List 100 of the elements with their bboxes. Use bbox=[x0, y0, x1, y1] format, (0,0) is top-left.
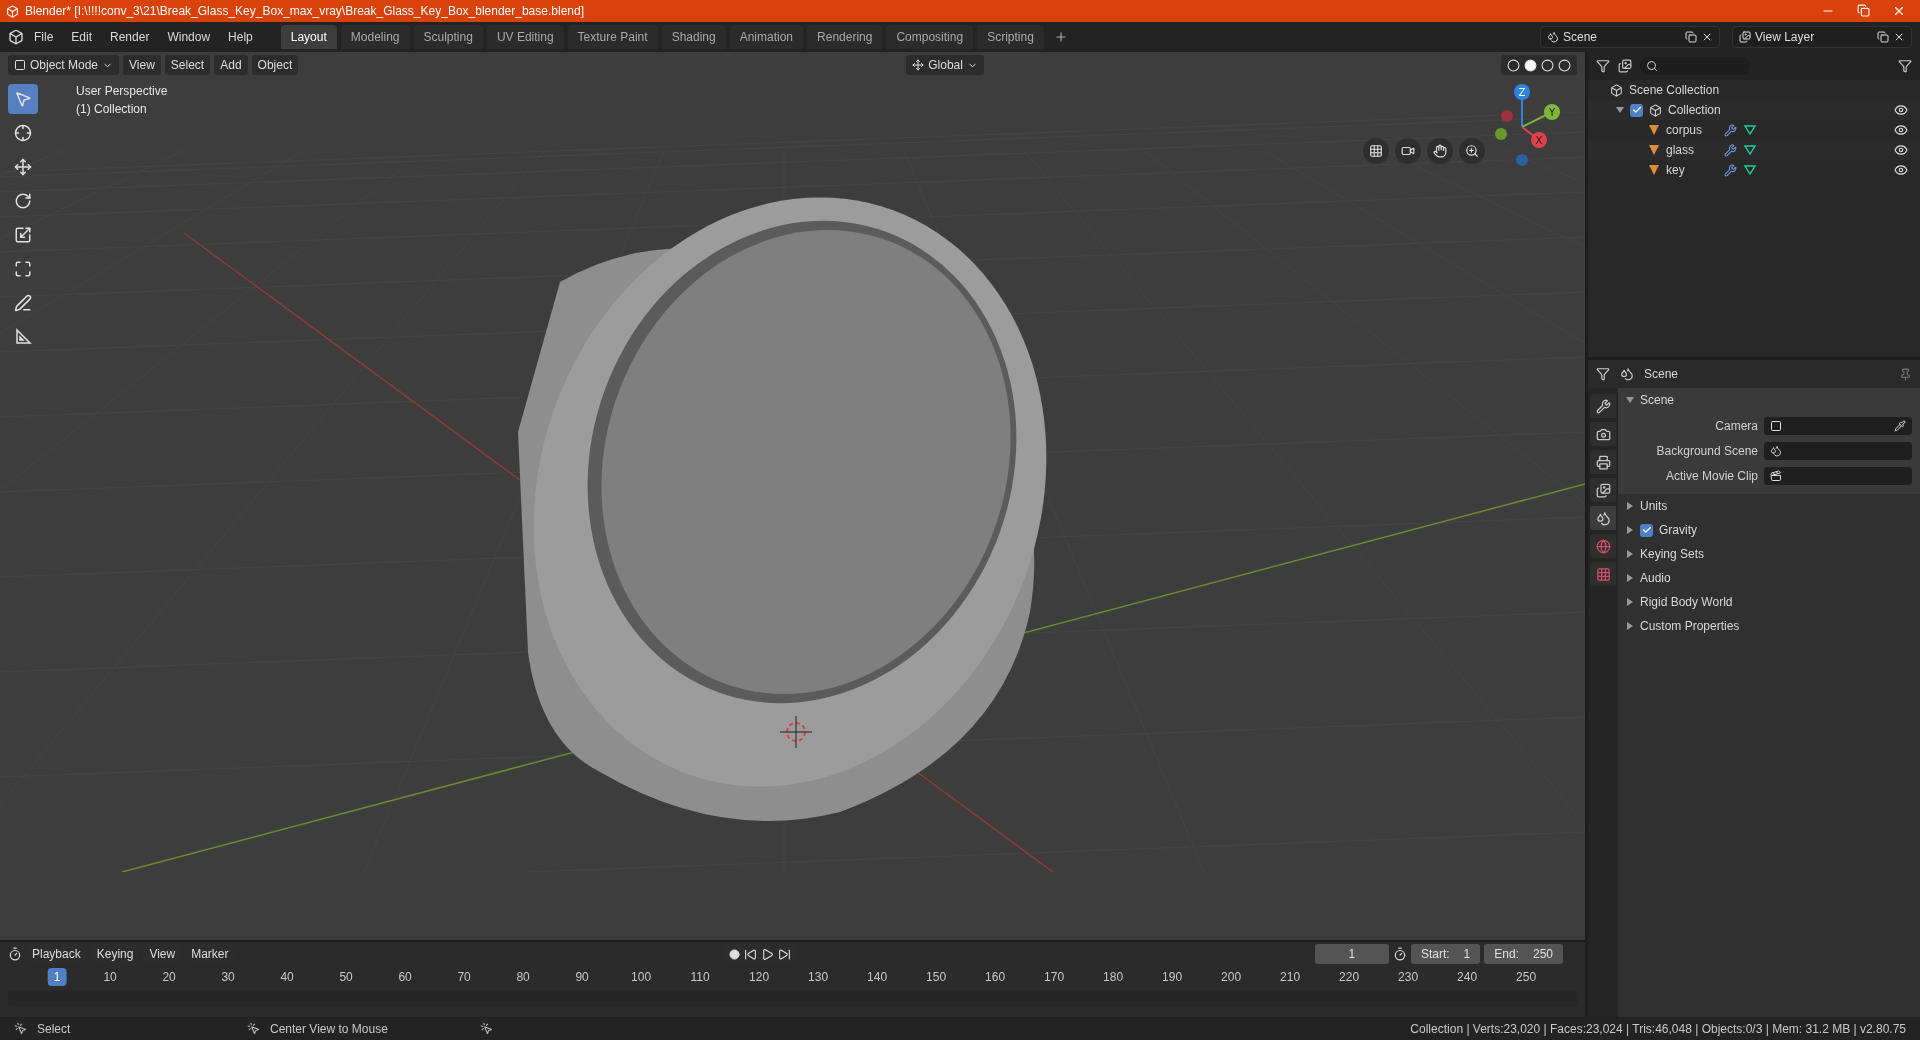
pin-icon[interactable] bbox=[1899, 367, 1912, 381]
workspace-tab[interactable]: Animation bbox=[729, 25, 804, 49]
frame-number: 60 bbox=[398, 970, 412, 984]
workspace-tab[interactable]: Shading bbox=[661, 25, 726, 49]
viewport-menu[interactable]: View bbox=[123, 55, 161, 75]
collapsed-triangle-icon[interactable] bbox=[1626, 526, 1634, 534]
panel-header[interactable]: Scene bbox=[1618, 388, 1920, 412]
menu-item[interactable]: Window bbox=[159, 27, 219, 47]
start-frame-field[interactable]: Start: 1 bbox=[1410, 944, 1481, 964]
camera-icon bbox=[1595, 426, 1611, 442]
collapsed-triangle-icon[interactable] bbox=[1626, 622, 1634, 630]
restore-icon[interactable] bbox=[1857, 4, 1870, 17]
copy-icon[interactable] bbox=[1685, 31, 1697, 43]
properties-tab[interactable] bbox=[1590, 394, 1616, 418]
skip-back-icon bbox=[743, 947, 757, 961]
frame-number: 10 bbox=[103, 970, 117, 984]
mesh-icon bbox=[1743, 164, 1757, 176]
checkbox[interactable] bbox=[1640, 523, 1653, 537]
crosshair-icon bbox=[14, 124, 32, 142]
frame-number: 110 bbox=[690, 970, 710, 984]
app-menu-icon[interactable] bbox=[8, 29, 24, 45]
properties-tab[interactable] bbox=[1590, 422, 1616, 446]
zoom-button[interactable] bbox=[1459, 138, 1485, 164]
checkbox[interactable] bbox=[1630, 103, 1643, 117]
copy-icon[interactable] bbox=[1877, 31, 1889, 43]
ruler-icon bbox=[14, 328, 32, 346]
search-field[interactable] bbox=[1640, 57, 1750, 75]
menu-item[interactable]: Render bbox=[102, 27, 158, 47]
eye-icon[interactable] bbox=[1894, 163, 1908, 177]
menu-item[interactable]: Help bbox=[220, 27, 261, 47]
images-icon bbox=[1595, 482, 1611, 498]
close-icon[interactable] bbox=[1893, 31, 1905, 43]
expanded-triangle-icon[interactable] bbox=[1626, 396, 1634, 404]
properties-tab[interactable] bbox=[1590, 450, 1616, 474]
3d-viewport[interactable]: Object Mode View Select Add Object Global User Perspective (1) Collection Z Y X bbox=[0, 52, 1585, 940]
mode-dropdown[interactable]: Object Mode bbox=[8, 55, 120, 75]
object-triangle-icon bbox=[1648, 144, 1660, 156]
object-triangle-icon bbox=[1648, 124, 1660, 136]
workspace-tab[interactable]: UV Editing bbox=[486, 25, 564, 49]
stopwatch-icon[interactable] bbox=[1392, 947, 1407, 961]
frame-field[interactable]: 1 bbox=[1314, 944, 1389, 964]
workspace-tab[interactable]: Modeling bbox=[340, 25, 410, 49]
wrench-icon bbox=[1724, 163, 1737, 177]
axis-gizmo-drawing[interactable]: Z Y X bbox=[1487, 82, 1567, 172]
frame-number: 140 bbox=[867, 970, 888, 984]
properties-tab[interactable] bbox=[1590, 478, 1616, 502]
orientation-dropdown[interactable]: Global bbox=[906, 55, 984, 75]
view-layer-selector[interactable]: View Layer bbox=[1732, 26, 1912, 48]
play-icon bbox=[760, 947, 774, 961]
workspace-tab[interactable]: Layout bbox=[280, 25, 337, 49]
input-field[interactable] bbox=[1764, 467, 1912, 485]
images-icon[interactable] bbox=[1618, 59, 1632, 73]
menu-item[interactable]: File bbox=[26, 27, 62, 47]
camera-view-button[interactable] bbox=[1395, 138, 1421, 164]
shading-buttons[interactable] bbox=[1501, 55, 1577, 75]
collapsed-triangle-icon[interactable] bbox=[1626, 574, 1634, 582]
eyedropper-icon[interactable] bbox=[1894, 420, 1906, 432]
viewport-menu[interactable]: Add bbox=[214, 55, 248, 75]
frame-number: 240 bbox=[1457, 970, 1478, 984]
filter-icon[interactable] bbox=[1898, 59, 1912, 73]
workspace-tab[interactable]: Rendering bbox=[807, 25, 883, 49]
menu-item[interactable]: Edit bbox=[63, 27, 101, 47]
checker-icon bbox=[1595, 566, 1611, 582]
input-field[interactable] bbox=[1764, 417, 1912, 435]
collapsed-triangle-icon[interactable] bbox=[1626, 502, 1634, 510]
close-icon[interactable] bbox=[1701, 31, 1713, 43]
pan-button[interactable] bbox=[1427, 138, 1453, 164]
end-frame-field[interactable]: End: 250 bbox=[1484, 944, 1563, 964]
input-field[interactable] bbox=[1764, 442, 1912, 460]
field-label: Background Scene bbox=[1655, 444, 1758, 458]
frame-number: 170 bbox=[1044, 970, 1065, 984]
workspace-tab[interactable]: Sculpting bbox=[413, 25, 483, 49]
workspace-tab[interactable]: Texture Paint bbox=[567, 25, 658, 49]
add-workspace-icon[interactable] bbox=[1053, 30, 1068, 44]
frame-number: 190 bbox=[1162, 970, 1183, 984]
expanded-triangle-icon[interactable] bbox=[1616, 106, 1624, 114]
current-frame-marker[interactable]: 1 bbox=[47, 968, 67, 986]
frame-number: 40 bbox=[280, 970, 294, 984]
eye-icon[interactable] bbox=[1894, 143, 1908, 157]
viewport-menu[interactable]: Object bbox=[251, 55, 299, 75]
scene-selector[interactable]: Scene bbox=[1540, 26, 1720, 48]
skip-forward-icon bbox=[777, 947, 791, 961]
properties-tab[interactable] bbox=[1590, 506, 1616, 530]
search-icon bbox=[1646, 60, 1658, 72]
eye-icon[interactable] bbox=[1894, 103, 1908, 117]
grid-view-button[interactable] bbox=[1363, 138, 1389, 164]
collapsed-triangle-icon[interactable] bbox=[1626, 598, 1634, 606]
eye-icon[interactable] bbox=[1894, 123, 1908, 137]
scale-icon bbox=[14, 226, 32, 244]
workspace-tab[interactable]: Compositing bbox=[886, 25, 974, 49]
object-icon bbox=[14, 59, 26, 71]
video-camera-icon bbox=[1401, 144, 1415, 158]
tool-button[interactable] bbox=[8, 84, 38, 114]
frame-number: 30 bbox=[221, 970, 235, 984]
workspace-tab[interactable]: Scripting bbox=[977, 25, 1044, 49]
hand-icon bbox=[1433, 144, 1447, 158]
viewport-menu[interactable]: Select bbox=[164, 55, 211, 75]
collapsed-triangle-icon[interactable] bbox=[1626, 550, 1634, 558]
object-triangle-icon bbox=[1648, 164, 1660, 176]
clock-icon[interactable] bbox=[8, 947, 22, 961]
